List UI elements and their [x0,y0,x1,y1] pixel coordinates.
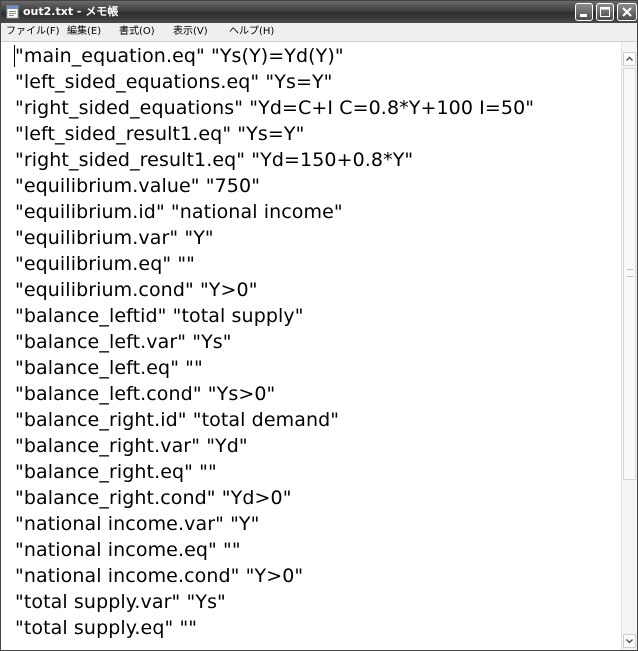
text-line: "balance_left.cond" "Ys>0" [15,383,276,405]
minimize-button[interactable] [575,3,593,21]
notepad-window: out2.txt - メモ帳 ファイル(F) 編集(E) 書式(O) 表示(V)… [0,0,638,651]
text-line: "equilibrium.eq" "" [15,253,196,275]
text-line: "national income.var" "Y" [15,513,260,535]
close-button[interactable] [617,3,637,21]
menu-file[interactable]: ファイル(F) [6,25,60,39]
text-line: "equilibrium.var" "Y" [15,227,214,249]
menu-view[interactable]: 表示(V) [173,25,208,39]
vertical-scrollbar[interactable] [621,42,637,650]
text-line: "equilibrium.id" "national income" [15,201,343,223]
text-line: "balance_right.eq" "" [15,461,217,483]
menu-help[interactable]: ヘルプ(H) [229,25,274,39]
text-line: "national income.cond" "Y>0" [15,565,304,587]
maximize-icon [600,7,610,17]
text-line: "equilibrium.value" "750" [15,175,261,197]
text-line: "right_sided_equations" "Yd=C+I C=0.8*Y+… [15,97,535,119]
scroll-thumb[interactable] [623,68,636,480]
text-line: "left_sided_equations.eq" "Ys=Y" [15,71,333,93]
text-line: "main_equation.eq" "Ys(Y)=Yd(Y)" [15,45,344,67]
text-line: "balance_left.var" "Ys" [15,331,232,353]
menu-edit[interactable]: 編集(E) [67,25,101,39]
scroll-down-arrow-icon [625,638,634,644]
thumb-grip [627,269,633,277]
text-line: "right_sided_result1.eq" "Yd=150+0.8*Y" [15,149,414,171]
text-line: "total supply.eq" "" [15,617,198,639]
text-line: "equilibrium.cond" "Y>0" [15,279,258,301]
text-line: "balance_right.cond" "Yd>0" [15,487,292,509]
text-line: "balance_left.eq" "" [15,357,203,379]
text-editor-area[interactable]: "main_equation.eq" "Ys(Y)=Yd(Y)" "left_s… [1,42,621,650]
text-line: "left_sided_result1.eq" "Ys=Y" [15,123,305,145]
text-line: "total supply.var" "Ys" [15,591,226,613]
scroll-down-button[interactable] [623,634,636,648]
text-line: "balance_leftid" "total supply" [15,305,304,327]
text-line: "balance_right.id" "total demand" [15,409,340,431]
menu-format[interactable]: 書式(O) [119,25,155,39]
title-bar[interactable]: out2.txt - メモ帳 [1,1,637,23]
text-line: "balance_right.var" "Yd" [15,435,248,457]
menu-bar: ファイル(F) 編集(E) 書式(O) 表示(V) ヘルプ(H) [1,23,637,42]
minimize-icon [580,14,587,17]
maximize-button[interactable] [596,3,614,21]
notepad-icon[interactable] [6,5,19,19]
text-line: "national income.eq" "" [15,539,241,561]
scroll-up-arrow-icon [625,56,634,62]
window-title: out2.txt - メモ帳 [23,5,119,18]
scroll-up-button[interactable] [623,52,636,66]
close-icon [622,7,632,17]
